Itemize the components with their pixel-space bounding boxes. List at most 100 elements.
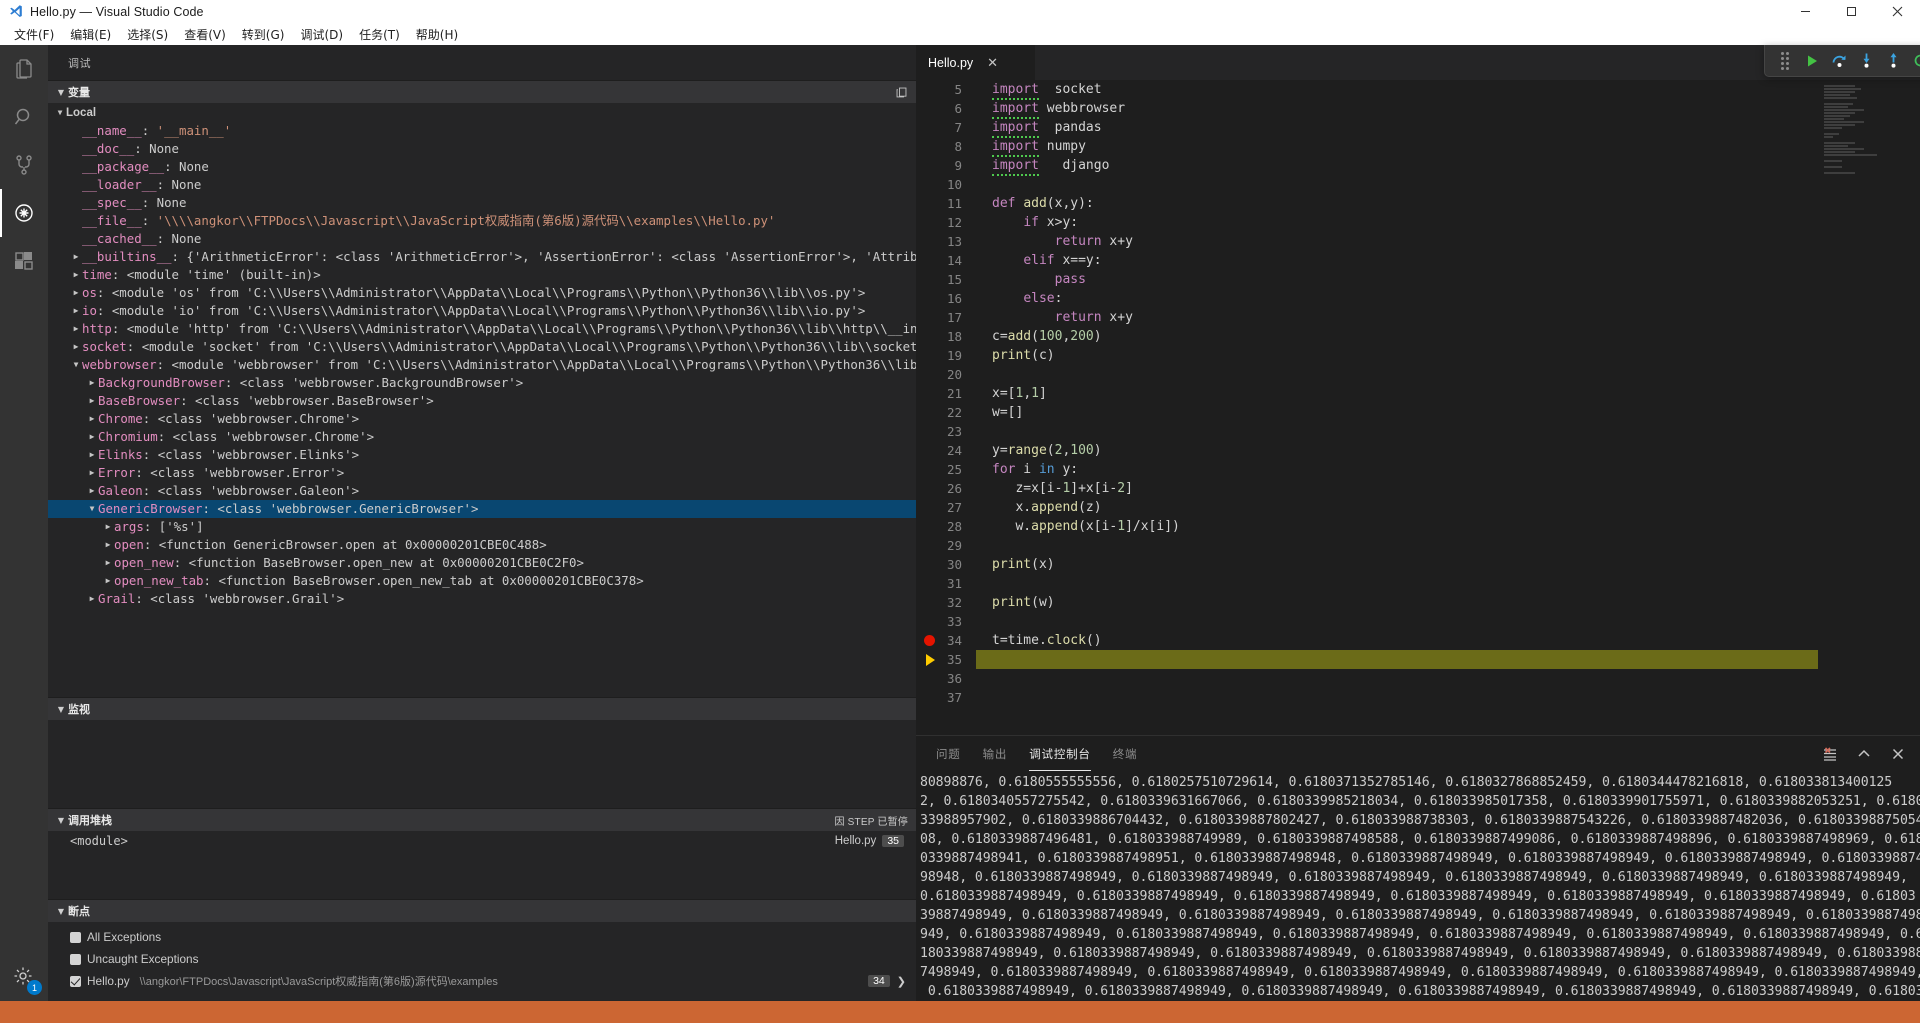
variables-pane-header[interactable]: ▼ 变量	[48, 81, 916, 103]
variables-tree[interactable]: ▼ Local __name__: '__main__' __doc__: None _…	[48, 103, 916, 697]
code-line[interactable]: 29	[916, 536, 1818, 555]
variable-row[interactable]: ▶ io: <module 'io' from 'C:\\Users\\Admin…	[48, 302, 916, 320]
variable-row[interactable]: __loader__: None	[48, 176, 916, 194]
code-line[interactable]: 19 print(c)	[916, 346, 1818, 365]
chevron-right-icon[interactable]: ▶	[102, 536, 114, 554]
variable-row[interactable]: ▶ BaseBrowser: <class 'webbrowser.BaseBro…	[48, 392, 916, 410]
gutter-marker[interactable]	[916, 653, 942, 666]
menu-tasks[interactable]: 任务(T)	[351, 24, 408, 45]
breakpoints-pane-header[interactable]: ▼ 断点	[48, 900, 916, 922]
minimap[interactable]	[1818, 80, 1910, 735]
code-line[interactable]: 25 for i in y:	[916, 460, 1818, 479]
variable-row[interactable]: __package__: None	[48, 158, 916, 176]
chevron-right-icon[interactable]: ▶	[102, 554, 114, 572]
code-line[interactable]: 28 w.append(x[i-1]/x[i])	[916, 517, 1818, 536]
code-content[interactable]: 5 import socket 6 import webbrowser 7 import …	[916, 80, 1818, 735]
variable-row[interactable]: ▶ args: ['%s']	[48, 518, 916, 536]
breakpoint-row[interactable]: Hello.py \\angkor\FTPDocs\Javascript\Java…	[48, 970, 916, 992]
activity-source-control[interactable]	[0, 141, 48, 189]
code-line[interactable]: 16 else:	[916, 289, 1818, 308]
activity-debug[interactable]	[0, 189, 48, 237]
variable-row[interactable]: ▶ open_new: <function BaseBrowser.open_ne…	[48, 554, 916, 572]
code-line[interactable]: 13 return x+y	[916, 232, 1818, 251]
variable-row[interactable]: ▶ os: <module 'os' from 'C:\\Users\\Admin…	[48, 284, 916, 302]
variable-row[interactable]: ▶ BackgroundBrowser: <class 'webbrowser.B…	[48, 374, 916, 392]
chevron-right-icon[interactable]: ▶	[86, 464, 98, 482]
chevron-right-icon[interactable]: ▶	[70, 284, 82, 302]
code-line[interactable]: 10	[916, 175, 1818, 194]
code-line[interactable]: 24 y=range(2,100)	[916, 441, 1818, 460]
watch-list[interactable]	[48, 720, 916, 808]
continue-button[interactable]	[1800, 49, 1824, 73]
variable-row[interactable]: ▶ Chromium: <class 'webbrowser.Chrome'>	[48, 428, 916, 446]
close-button[interactable]	[1874, 0, 1920, 23]
breakpoint-checkbox[interactable]	[70, 975, 81, 987]
tab-debug-console[interactable]: 调试控制台	[1029, 736, 1091, 771]
variable-row[interactable]: ▶ __builtins__: {'ArithmeticError': <clas…	[48, 248, 916, 266]
code-line[interactable]: 21 x=[1,1]	[916, 384, 1818, 403]
status-bar[interactable]	[0, 1001, 1920, 1023]
breakpoints-list[interactable]: All Exceptions Uncaught Exceptions Hello.p…	[48, 922, 916, 992]
activity-extensions[interactable]	[0, 237, 48, 285]
close-icon[interactable]: ✕	[987, 56, 998, 69]
restart-button[interactable]	[1908, 49, 1920, 73]
chevron-down-icon[interactable]: ▼	[86, 500, 98, 518]
tab-output[interactable]: 输出	[983, 736, 1008, 771]
code-line[interactable]: 8 import numpy	[916, 137, 1818, 157]
breakpoint-checkbox[interactable]	[70, 931, 81, 943]
code-line[interactable]: 33	[916, 612, 1818, 631]
variable-row[interactable]: __file__: '\\\\angkor\\FTPDocs\\Javascri…	[48, 212, 916, 230]
code-line[interactable]: 26 z=x[i-1]+x[i-2]	[916, 479, 1818, 498]
editor-viewport[interactable]: 5 import socket 6 import webbrowser 7 import …	[916, 80, 1920, 735]
chevron-right-icon[interactable]: ❯	[897, 975, 906, 988]
code-line[interactable]: 23	[916, 422, 1818, 441]
code-line[interactable]: 31	[916, 574, 1818, 593]
chevron-right-icon[interactable]: ▶	[86, 410, 98, 428]
code-line[interactable]: 17 return x+y	[916, 308, 1818, 327]
code-line[interactable]: 32 print(w)	[916, 593, 1818, 612]
breakpoint-checkbox[interactable]	[70, 953, 81, 965]
menu-help[interactable]: 帮助(H)	[408, 24, 466, 45]
chevron-right-icon[interactable]: ▶	[102, 518, 114, 536]
drag-handle-icon[interactable]	[1773, 49, 1797, 73]
variable-row[interactable]: ▶ Grail: <class 'webbrowser.Grail'>	[48, 590, 916, 608]
code-line[interactable]: 30 print(x)	[916, 555, 1818, 574]
step-out-button[interactable]	[1881, 49, 1905, 73]
code-line[interactable]: 9 import django	[916, 156, 1818, 176]
chevron-right-icon[interactable]: ▶	[70, 338, 82, 356]
gutter-marker[interactable]	[916, 635, 942, 646]
variable-row[interactable]: ▶ open_new_tab: <function BaseBrowser.ope…	[48, 572, 916, 590]
menu-selection[interactable]: 选择(S)	[119, 24, 176, 45]
activity-search[interactable]	[0, 93, 48, 141]
code-line[interactable]: 36	[916, 669, 1818, 688]
tab-hello-py[interactable]: Hello.py ✕	[916, 45, 1036, 80]
clear-console-icon[interactable]	[1822, 746, 1838, 762]
variable-row[interactable]: __spec__: None	[48, 194, 916, 212]
variable-row[interactable]: ▼ webbrowser: <module 'webbrowser' from '…	[48, 356, 916, 374]
code-line[interactable]: 12 if x>y:	[916, 213, 1818, 232]
variable-row[interactable]: ▶ open: <function GenericBrowser.open at …	[48, 536, 916, 554]
chevron-right-icon[interactable]: ▶	[86, 446, 98, 464]
chevron-right-icon[interactable]: ▶	[86, 428, 98, 446]
variable-row[interactable]: ▶ Error: <class 'webbrowser.Error'>	[48, 464, 916, 482]
tab-terminal[interactable]: 终端	[1113, 736, 1138, 771]
code-line[interactable]: 35	[916, 650, 1818, 669]
menu-view[interactable]: 查看(V)	[176, 24, 234, 45]
menu-go[interactable]: 转到(G)	[234, 24, 293, 45]
variable-row[interactable]: ▶ http: <module 'http' from 'C:\\Users\\A…	[48, 320, 916, 338]
activity-explorer[interactable]	[0, 45, 48, 93]
code-line[interactable]: 20	[916, 365, 1818, 384]
breakpoint-row[interactable]: All Exceptions	[48, 926, 916, 948]
callstack-frame[interactable]: <module> Hello.py 35	[48, 831, 916, 851]
chevron-right-icon[interactable]: ▶	[86, 482, 98, 500]
variable-row[interactable]: __cached__: None	[48, 230, 916, 248]
variable-row[interactable]: __name__: '__main__'	[48, 122, 916, 140]
debug-console-output[interactable]: 80898876, 0.6180555555556, 0.61802575107…	[916, 771, 1920, 1001]
copy-icon[interactable]	[895, 86, 908, 99]
variable-row[interactable]: ▶ socket: <module 'socket' from 'C:\\User…	[48, 338, 916, 356]
variable-row[interactable]: ▼ GenericBrowser: <class 'webbrowser.Gene…	[48, 500, 916, 518]
code-line[interactable]: 34 t=time.clock()	[916, 631, 1818, 650]
breakpoint-marker-icon[interactable]	[923, 635, 935, 646]
menu-file[interactable]: 文件(F)	[6, 24, 62, 45]
chevron-right-icon[interactable]: ▶	[70, 266, 82, 284]
